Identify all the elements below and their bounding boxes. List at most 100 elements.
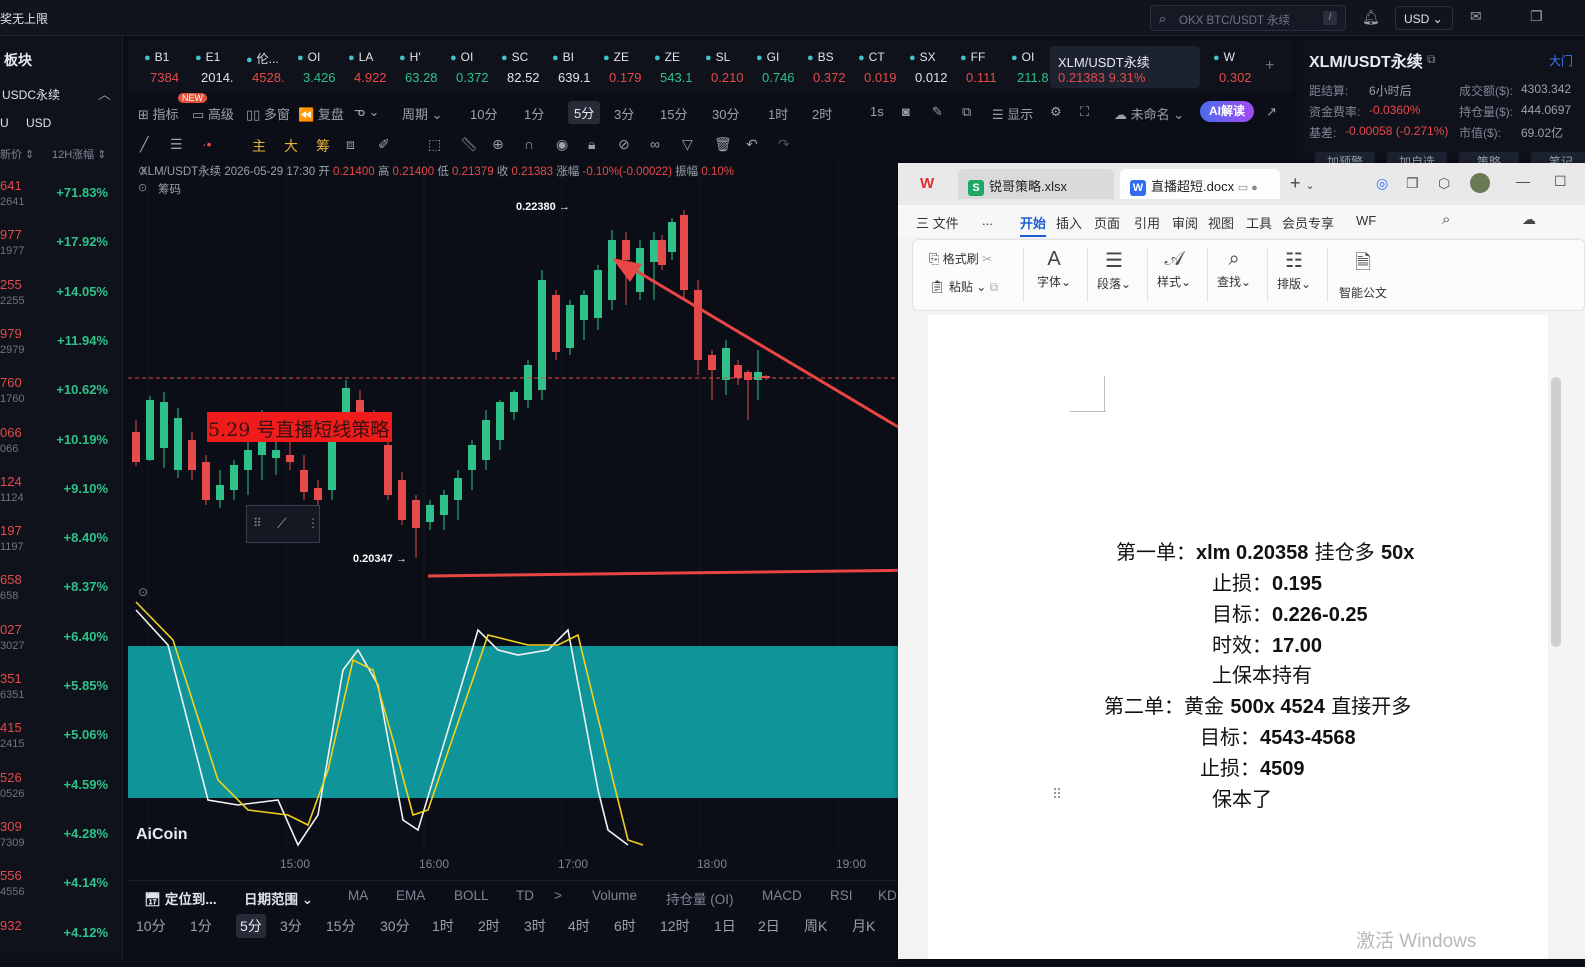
- lock-icon[interactable]: 🔒︎: [588, 136, 595, 153]
- share-icon[interactable]: ↗: [1266, 104, 1277, 120]
- panel-tab-usd[interactable]: USD: [26, 116, 51, 130]
- ticker-tab[interactable]: SL 0.210: [697, 48, 745, 88]
- document-scrollbar[interactable]: [1551, 377, 1561, 647]
- interval-tab[interactable]: 2时: [478, 916, 500, 936]
- fullscreen-icon[interactable]: ⛶: [1080, 104, 1089, 120]
- mail-icon[interactable]: ✉: [1470, 8, 1482, 25]
- document-line[interactable]: 目标：0.226-0.25: [1212, 598, 1368, 627]
- tab-dot-icon[interactable]: ▭ ●: [1238, 182, 1258, 194]
- copilot-icon[interactable]: ◎: [1376, 175, 1388, 192]
- interval-tab[interactable]: 12时: [660, 916, 690, 936]
- menu-item[interactable]: 页面: [1094, 213, 1120, 232]
- ticker-tab[interactable]: FF 0.111: [952, 48, 1000, 88]
- list-item[interactable]: 351 6351 +5.85%: [0, 671, 120, 720]
- interval-tab[interactable]: 1分: [524, 104, 544, 123]
- panel-category[interactable]: USDC永续: [2, 86, 60, 103]
- cube-icon[interactable]: ⬡: [1438, 175, 1450, 192]
- eye-icon[interactable]: ◉: [556, 136, 568, 153]
- search-icon[interactable]: ⌕: [1442, 211, 1450, 228]
- minimize-icon[interactable]: —: [1516, 173, 1530, 189]
- one-second-button[interactable]: 1s: [870, 104, 884, 119]
- bell-icon[interactable]: 🔔︎: [1362, 9, 1380, 26]
- maximize-icon[interactable]: ☐: [1554, 173, 1567, 190]
- style-button[interactable]: 𝒜 样式⌄: [1157, 248, 1191, 290]
- ai-interpret-button[interactable]: AI解读: [1200, 101, 1254, 122]
- ticker-tab[interactable]: SX 0.012: [901, 48, 949, 88]
- interval-tab[interactable]: 1时: [768, 104, 788, 123]
- menu-item[interactable]: 开始: [1020, 213, 1047, 237]
- smart-doc-button[interactable]: 🗎︎ 智能公文: [1339, 248, 1387, 301]
- tab-docx[interactable]: W 直播超短.docx ▭ ●: [1120, 169, 1280, 199]
- ticker-tab[interactable]: W 0.302: [1205, 48, 1253, 88]
- zoom-icon[interactable]: ⊕: [492, 136, 504, 153]
- ticker-tab[interactable]: 伦... 4528.: [238, 48, 286, 88]
- copy-icon[interactable]: ⧉: [990, 280, 999, 294]
- layout-button[interactable]: ☷ 排版⌄: [1277, 248, 1311, 292]
- window-icon[interactable]: ❐: [1530, 8, 1543, 25]
- chip-button[interactable]: 筹: [316, 136, 330, 156]
- indicator-tab[interactable]: 持仓量 (OI): [666, 888, 734, 908]
- indicator-tab[interactable]: TD: [516, 888, 534, 903]
- document-line[interactable]: 止损：0.195: [1212, 567, 1322, 596]
- list-item[interactable]: 526 0526 +4.59%: [0, 770, 120, 819]
- indicator-tab[interactable]: RSI: [830, 888, 853, 903]
- document-title[interactable]: 5.29 号直播短线策略: [207, 412, 393, 442]
- ticker-tab[interactable]: OI 211.8: [1003, 48, 1051, 88]
- scissors-icon[interactable]: ✂: [982, 252, 992, 266]
- redo-icon[interactable]: ↷: [778, 136, 790, 153]
- multi-window-button[interactable]: ▯▯ 多窗: [246, 104, 290, 123]
- tab-xlsx[interactable]: S 锐哥策略.xlsx: [958, 169, 1114, 199]
- menu-item[interactable]: 视图: [1208, 213, 1234, 232]
- paragraph-button[interactable]: ☰ 段落⌄: [1097, 248, 1131, 292]
- menu-item[interactable]: ...: [982, 213, 993, 228]
- col-header-change[interactable]: 12H涨幅 ⇕: [52, 146, 106, 162]
- document-line[interactable]: 止损：4509: [1200, 752, 1305, 781]
- format-painter-button[interactable]: ⎘ 格式刷 ✂: [929, 250, 992, 267]
- indicator-tab[interactable]: >: [554, 888, 562, 903]
- search-input[interactable]: ⌕ OKX BTC/USDT 永续 /: [1150, 5, 1346, 31]
- list-item[interactable]: 932 +4.12%: [0, 918, 120, 967]
- date-range-select[interactable]: 日期范围 ⌄: [244, 888, 313, 908]
- interval-tab[interactable]: 15分: [660, 104, 687, 123]
- interval-tab[interactable]: 3时: [524, 916, 546, 936]
- document-line[interactable]: 上保本持有: [1212, 659, 1312, 688]
- indicator-tab[interactable]: MA: [348, 888, 368, 903]
- list-item[interactable]: 309 7309 +4.28%: [0, 819, 120, 868]
- advanced-button[interactable]: ▭ 高级: [192, 104, 234, 123]
- select-icon[interactable]: ⬚: [428, 136, 441, 153]
- wps-logo-icon[interactable]: W: [920, 175, 934, 192]
- document-line[interactable]: 保本了: [1212, 783, 1272, 812]
- indicator-button[interactable]: ⊞ 指标: [138, 104, 179, 123]
- locate-button[interactable]: 📅︎ 定位到...: [144, 888, 217, 908]
- list-item[interactable]: 255 2255 +14.05%: [0, 277, 120, 326]
- expand-icon[interactable]: ⊙: [138, 181, 147, 194]
- collapse-icon[interactable]: ⊙: [138, 164, 147, 177]
- menu-item[interactable]: 三 文件: [916, 213, 959, 232]
- camera-icon[interactable]: ◙: [902, 104, 910, 119]
- interval-tab[interactable]: 30分: [712, 104, 739, 123]
- trendline-icon[interactable]: ╱: [140, 136, 148, 153]
- list-item[interactable]: 641 2641 +71.83%: [0, 178, 120, 227]
- currency-select[interactable]: USD ⌄: [1395, 6, 1453, 30]
- indicator-tab[interactable]: Volume: [592, 888, 637, 903]
- list-item[interactable]: 977 1977 +17.92%: [0, 227, 120, 276]
- ticker-tab[interactable]: OI 3.426: [289, 48, 337, 88]
- list-item[interactable]: 124 1124 +9.10%: [0, 474, 120, 523]
- indicator-tab[interactable]: EMA: [396, 888, 425, 903]
- drag-handle-icon[interactable]: ⠿: [253, 516, 262, 530]
- interval-tab[interactable]: 3分: [280, 916, 302, 936]
- new-tab-icon[interactable]: + ⌄: [1290, 173, 1315, 194]
- document-line[interactable]: 时效：17.00: [1212, 629, 1322, 658]
- settings-icon[interactable]: ⚙: [1050, 104, 1062, 120]
- interval-tab[interactable]: 6时: [614, 916, 636, 936]
- document-line[interactable]: 第二单：黄金 500x 4524 直接开多: [1104, 690, 1411, 719]
- font-button[interactable]: A 字体⌄: [1037, 248, 1071, 290]
- list-item[interactable]: 066 066 +10.19%: [0, 425, 120, 474]
- interval-tab[interactable]: 10分: [470, 104, 497, 123]
- indicator-tab[interactable]: MACD: [762, 888, 802, 903]
- indicator-toggle-icon[interactable]: ⊙: [138, 585, 148, 599]
- interval-tab[interactable]: 4时: [568, 916, 590, 936]
- find-button[interactable]: ⌕ 查找⌄: [1217, 248, 1251, 290]
- list-item[interactable]: 979 2979 +11.94%: [0, 326, 120, 375]
- interval-tab[interactable]: 10分: [136, 916, 166, 936]
